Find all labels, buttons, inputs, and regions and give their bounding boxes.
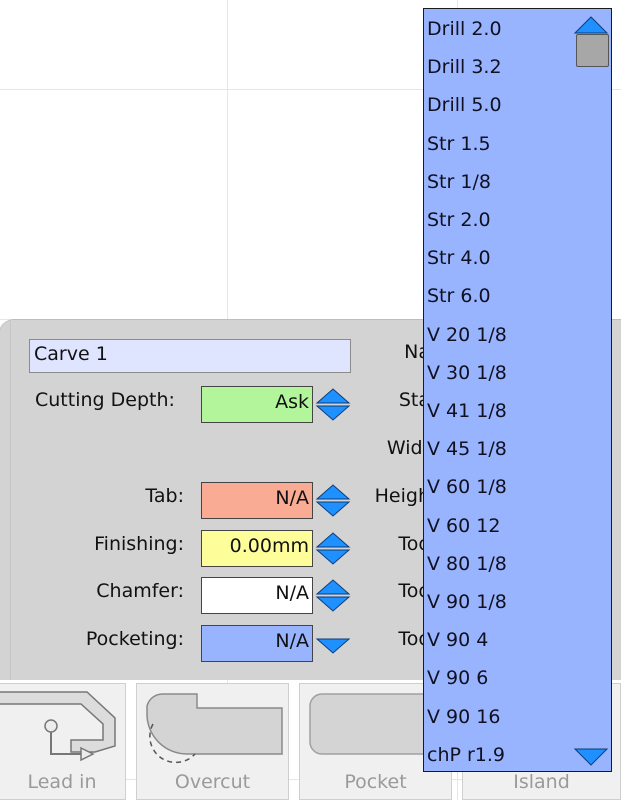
bit-option[interactable]: chP r1.9: [427, 736, 505, 771]
overcut-button[interactable]: Overcut: [136, 683, 289, 800]
bit-option[interactable]: V 90 1/8: [427, 583, 507, 621]
bit-option[interactable]: Drill 3.2: [427, 48, 502, 86]
bit-option[interactable]: V 80 1/8: [427, 545, 507, 583]
finishing-spinner-icon[interactable]: [315, 530, 351, 566]
finishing-value[interactable]: 0.00mm: [201, 530, 313, 567]
cutting-depth-spinner-icon[interactable]: [315, 386, 351, 422]
tab-value[interactable]: N/A: [201, 482, 313, 519]
width-label: Widt: [386, 437, 430, 459]
chamfer-label: Chamfer:: [96, 580, 184, 602]
island-label: Island: [513, 771, 570, 793]
bit-option[interactable]: V 60 12: [427, 507, 500, 545]
bit-option[interactable]: Drill 5.0: [427, 86, 502, 124]
tool-label-2: Too: [398, 580, 430, 602]
cutting-depth-value[interactable]: Ask: [201, 386, 313, 423]
cutting-depth-label: Cutting Depth:: [35, 389, 175, 411]
bit-option[interactable]: Str 1/8: [427, 163, 491, 201]
bit-option[interactable]: Drill 2.0: [427, 10, 502, 48]
bit-option[interactable]: Str 2.0: [427, 201, 491, 239]
pocketing-value[interactable]: N/A: [201, 625, 313, 662]
tool-label-1: Too: [398, 533, 430, 555]
bit-option[interactable]: V 60 1/8: [427, 468, 507, 506]
bit-option[interactable]: Str 6.0: [427, 277, 491, 315]
chamfer-value[interactable]: N/A: [201, 577, 313, 614]
bit-option[interactable]: V 90 16: [427, 698, 500, 736]
height-label: Heigh: [374, 485, 430, 507]
finishing-label: Finishing:: [94, 533, 184, 555]
scroll-down-arrow-icon[interactable]: [571, 745, 611, 769]
pocketing-dropdown-icon[interactable]: [315, 625, 351, 661]
bit-option[interactable]: V 20 1/8: [427, 316, 507, 354]
bit-option[interactable]: V 90 4: [427, 621, 488, 659]
tool-label-3: Too: [398, 628, 430, 650]
bit-option[interactable]: V 90 6: [427, 659, 488, 697]
scroll-up-arrow-icon[interactable]: [571, 11, 611, 35]
tab-spinner-icon[interactable]: [315, 482, 351, 518]
chamfer-spinner-icon[interactable]: [315, 577, 351, 613]
bit-option[interactable]: Str 4.0: [427, 239, 491, 277]
bit-option[interactable]: V 30 1/8: [427, 354, 507, 392]
bit-option[interactable]: V 45 1/8: [427, 430, 507, 468]
lead-in-label: Lead in: [27, 771, 97, 793]
bit-option[interactable]: V 41 1/8: [427, 392, 507, 430]
pocket-label: Pocket: [344, 771, 407, 793]
start-label: Sta: [398, 389, 430, 411]
bit-dropdown-list[interactable]: chP r1.9 V 90 16 V 90 6V 90 4V 90 1/8 V 80 …: [423, 8, 612, 772]
pocketing-label: Pocketing:: [85, 628, 184, 650]
carve-name-input[interactable]: Carve 1: [29, 339, 351, 373]
name-label: Na: [404, 341, 430, 363]
overcut-label: Overcut: [174, 771, 251, 793]
scrollbar-thumb[interactable]: [576, 34, 609, 67]
lead-in-icon: [0, 691, 116, 762]
tab-label: Tab:: [145, 485, 184, 507]
overcut-icon: [146, 693, 283, 764]
lead-in-button[interactable]: Lead in: [0, 683, 126, 800]
bit-option[interactable]: Str 1.5: [427, 125, 491, 163]
